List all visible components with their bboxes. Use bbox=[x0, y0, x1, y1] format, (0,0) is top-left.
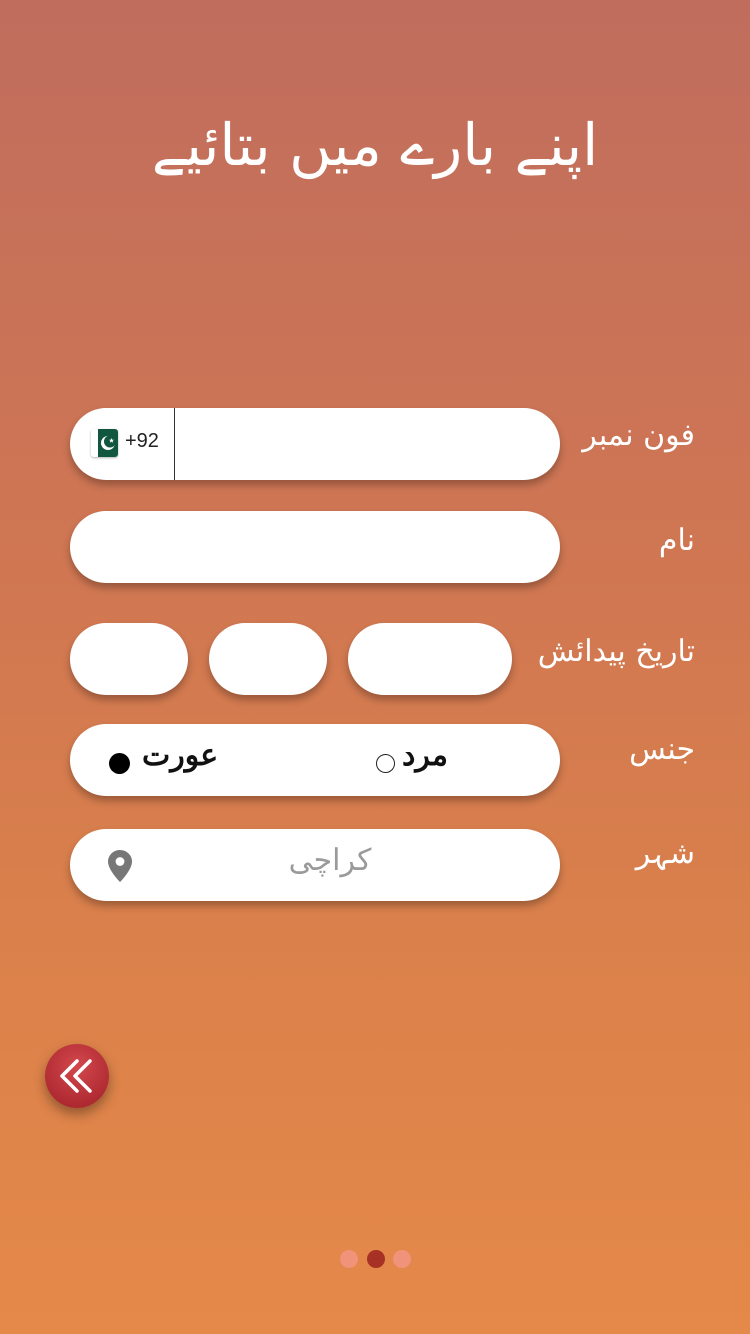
dob-year-field[interactable] bbox=[348, 623, 512, 697]
city-label: شہر bbox=[635, 836, 695, 871]
name-label: نام bbox=[658, 523, 695, 558]
dob-month-input[interactable] bbox=[219, 623, 321, 697]
page-dot-2-active[interactable] bbox=[367, 1250, 385, 1268]
double-chevron-left-icon bbox=[60, 1059, 92, 1093]
gender-female-radio[interactable] bbox=[109, 753, 130, 774]
phone-label: فون نمبر bbox=[582, 418, 695, 453]
gender-field: مرد عورت bbox=[70, 724, 560, 796]
phone-input[interactable] bbox=[182, 408, 546, 482]
pakistan-flag-icon[interactable] bbox=[91, 429, 118, 457]
city-field[interactable]: کراچی bbox=[70, 829, 560, 901]
dob-month-field[interactable] bbox=[209, 623, 327, 697]
dob-day-input[interactable] bbox=[80, 623, 182, 697]
page-dot-1[interactable] bbox=[340, 1250, 358, 1268]
city-value[interactable]: کراچی bbox=[270, 843, 390, 878]
page-title: اپنے بارے میں بتائیے bbox=[151, 111, 599, 179]
dob-label: تاریخ پیدائش bbox=[537, 634, 695, 669]
gender-label: جنس bbox=[629, 732, 695, 767]
gender-female-label[interactable]: عورت bbox=[142, 738, 218, 773]
phone-divider bbox=[174, 408, 175, 480]
dob-year-input[interactable] bbox=[358, 623, 506, 697]
phone-field[interactable]: +92 bbox=[70, 408, 560, 482]
dob-day-field[interactable] bbox=[70, 623, 188, 697]
back-button[interactable] bbox=[45, 1044, 109, 1108]
location-pin-icon[interactable] bbox=[108, 850, 132, 882]
gender-male-radio[interactable] bbox=[376, 754, 395, 773]
gender-male-label[interactable]: مرد bbox=[402, 738, 448, 773]
page-dot-3[interactable] bbox=[393, 1250, 411, 1268]
name-input[interactable] bbox=[90, 511, 544, 585]
name-field[interactable] bbox=[70, 511, 560, 585]
country-code[interactable]: +92 bbox=[125, 430, 159, 453]
